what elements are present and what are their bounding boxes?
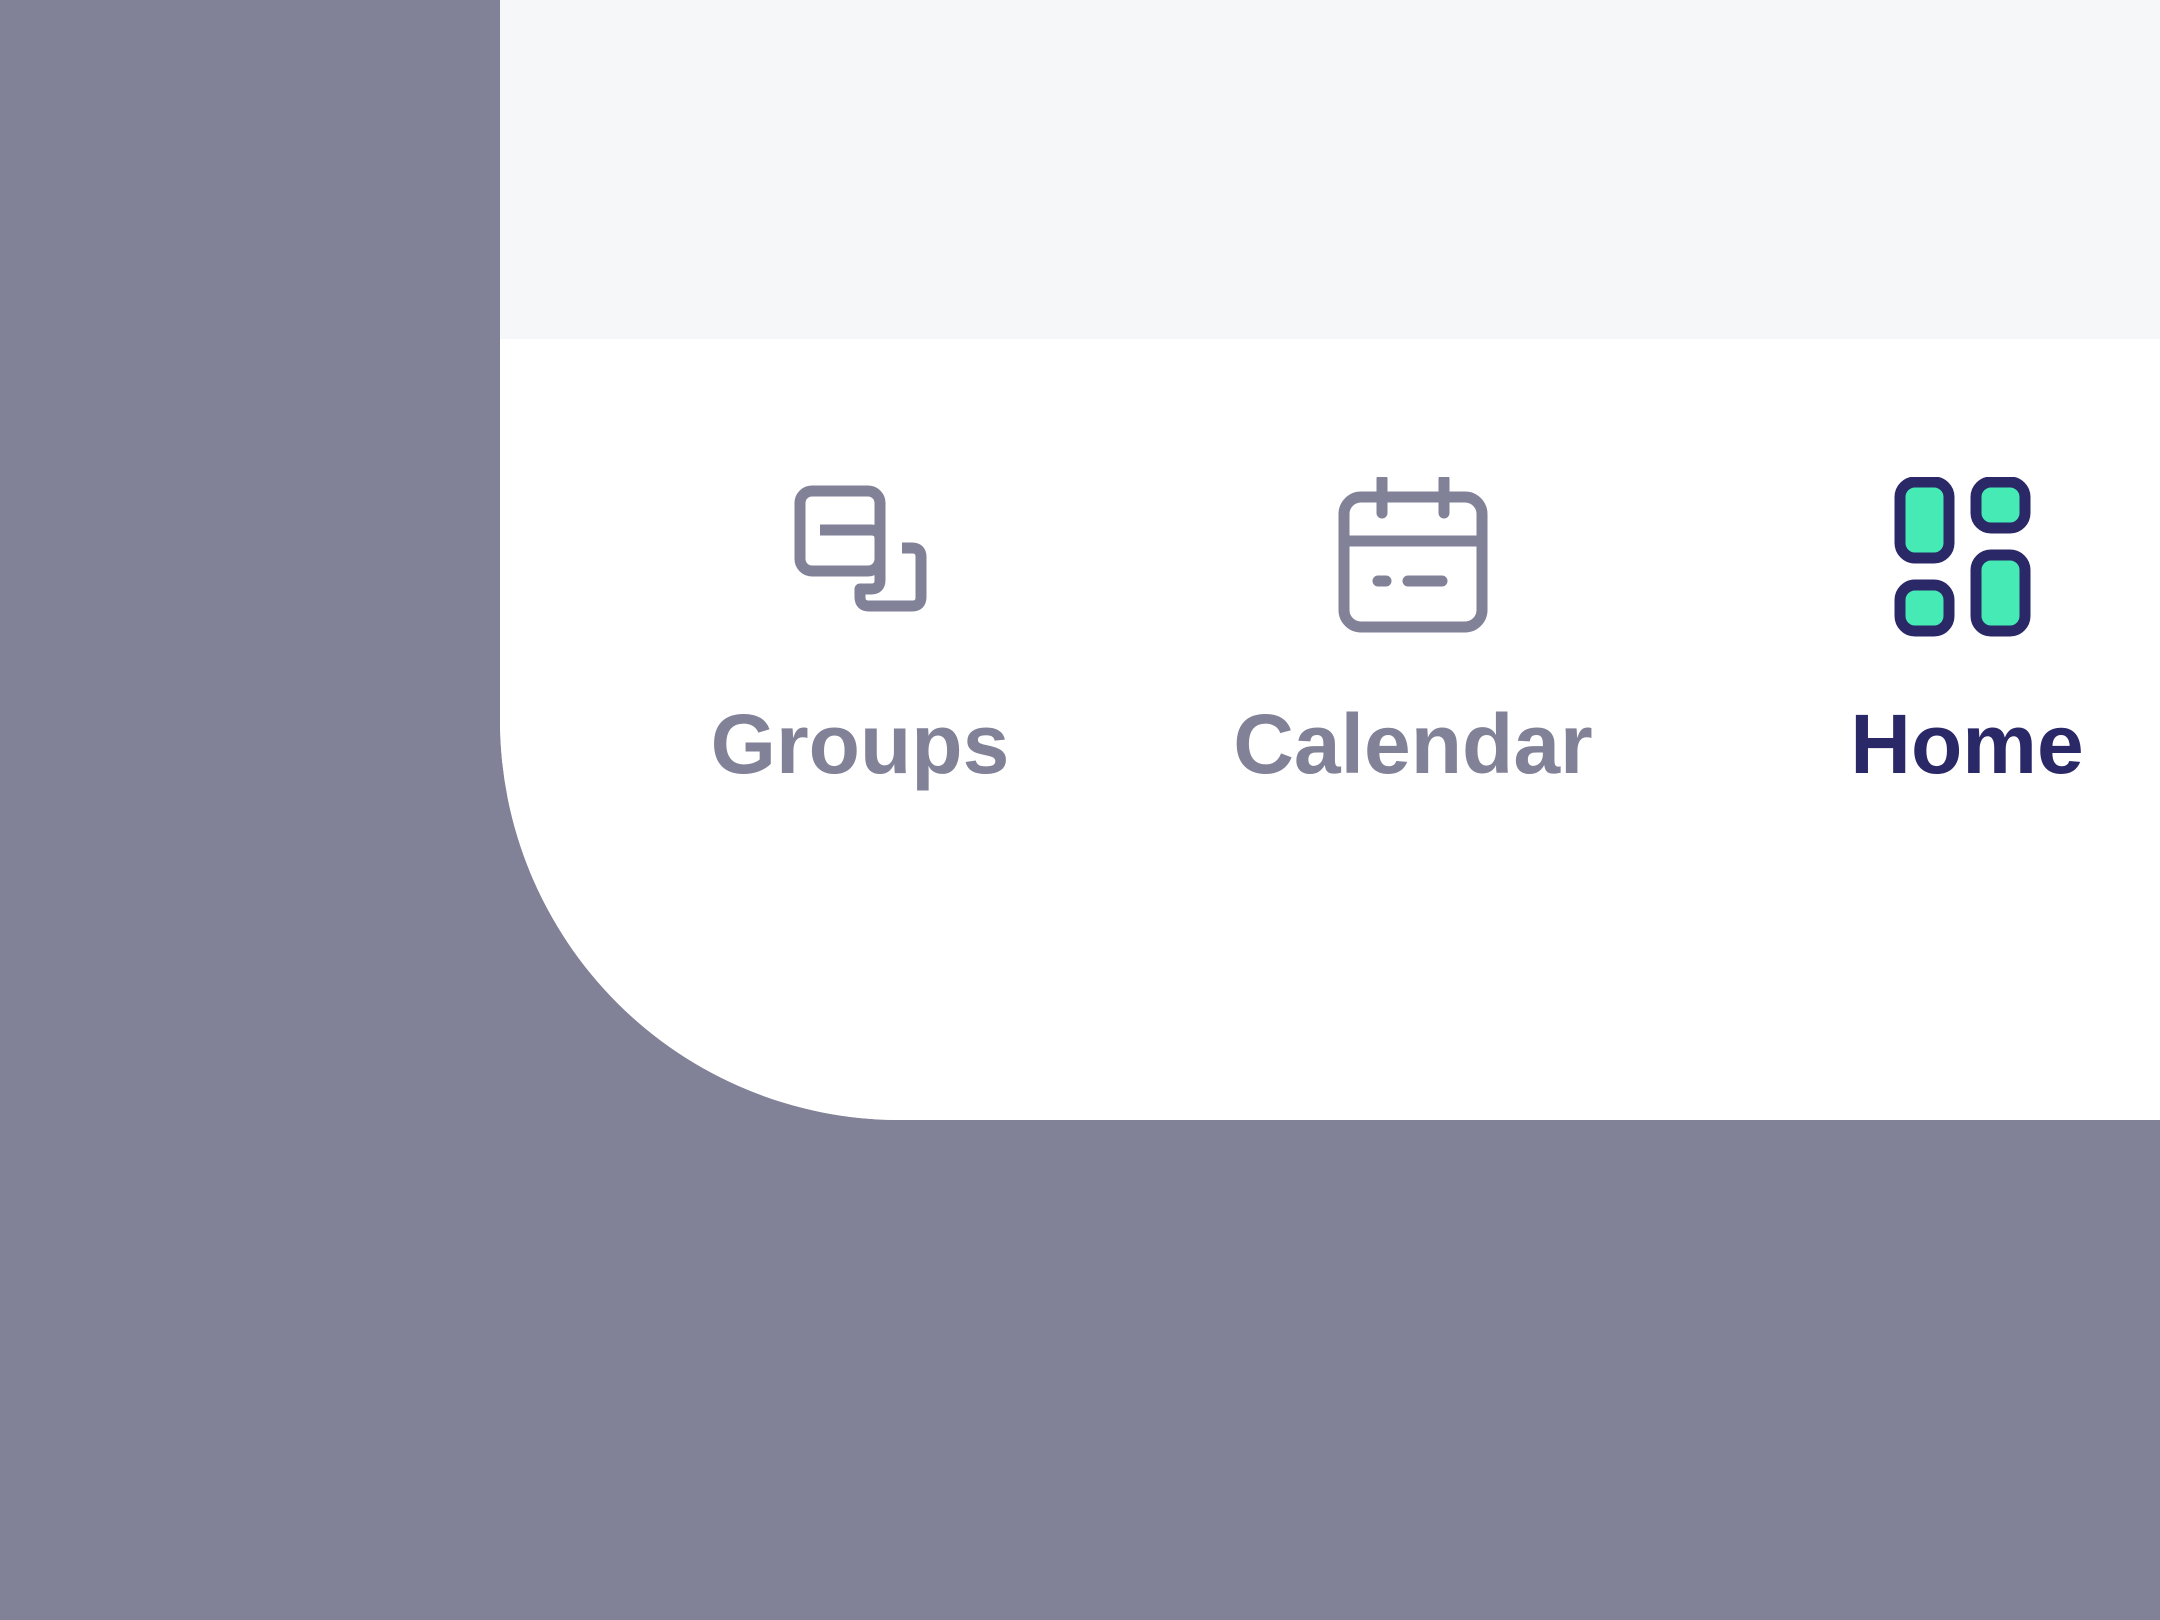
overlapping-squares-icon xyxy=(780,477,940,637)
tab-label: Groups xyxy=(710,697,1010,791)
calendar-icon xyxy=(1333,477,1493,637)
tab-calendar[interactable]: Calendar xyxy=(1233,477,1593,817)
tab-label: Home xyxy=(1850,697,2084,791)
tab-groups[interactable]: Groups xyxy=(680,477,1040,817)
app-screen: Groups Calendar Home xyxy=(500,0,2160,1120)
tab-label: Calendar xyxy=(1233,697,1593,791)
bottom-tab-bar: Groups Calendar Home xyxy=(500,339,2160,1120)
dashboard-grid-icon xyxy=(1887,477,2047,637)
tab-home[interactable]: Home xyxy=(1787,477,2147,817)
content-area xyxy=(500,0,2160,339)
